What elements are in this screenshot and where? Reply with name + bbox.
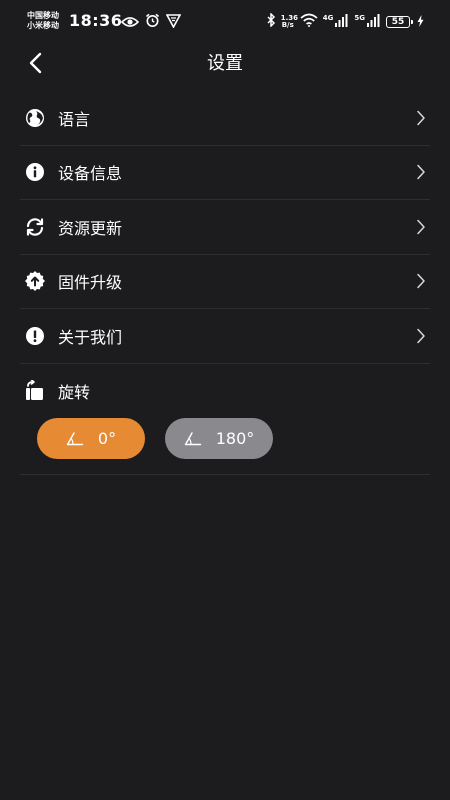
settings-item-about-us[interactable]: 关于我们 [20,309,430,364]
exclamation-icon [24,325,46,347]
settings-item-label: 设备信息 [58,164,123,184]
settings-list: 语言 设备信息 资源更新 固件升级 关于我们 [20,91,430,364]
settings-item-language[interactable]: 语言 [20,91,430,146]
battery-indicator: 55 [386,15,413,28]
eye-icon [120,13,140,32]
bluetooth-icon [266,12,276,31]
signal-2-label: 5G [354,13,365,22]
settings-item-firmware-upgrade[interactable]: 固件升级 [20,255,430,309]
carrier-info: 中国移动 小米移动 [27,11,59,31]
signal-bars-2-icon [367,12,381,31]
chevron-right-icon [414,163,428,181]
rotation-option-180-button[interactable]: 180° [165,418,273,459]
carrier-2: 小米移动 [27,21,59,30]
vpn-shield-icon [165,13,182,32]
rotation-section: 旋转 0° 180° [20,364,430,475]
angle-icon [66,431,84,446]
charging-icon [417,12,424,31]
settings-item-label: 语言 [58,109,91,129]
refresh-icon [24,216,46,238]
info-icon [24,161,46,183]
chevron-right-icon [414,218,428,236]
firmware-upgrade-icon [24,270,46,292]
chevron-right-icon [414,327,428,345]
angle-icon [184,431,202,446]
rotation-header: 旋转 [20,364,430,418]
alarm-icon [145,13,160,32]
status-bar: 中国移动 小米移动 18:36 1.36 B/s 4G 5G 55 [0,0,450,40]
battery-level: 55 [391,16,405,27]
wifi-icon [300,12,318,31]
net-speed: 1.36 B/s [281,14,298,29]
chevron-right-icon [414,272,428,290]
rotation-label: 旋转 [58,383,91,402]
rotation-options: 0° 180° [37,418,273,459]
rotation-option-label: 0° [97,429,117,448]
settings-item-label: 关于我们 [58,327,123,347]
status-left-icons [120,13,182,32]
settings-item-label: 资源更新 [58,218,123,238]
app-header: 设置 [0,40,450,88]
settings-item-label: 固件升级 [58,273,123,293]
signal-1-label: 4G [322,13,334,22]
signal-bars-1-icon [335,12,349,31]
rotation-option-label: 180° [215,429,255,448]
status-right-icons: 1.36 B/s 4G 5G 55 [266,12,424,31]
rotate-icon [24,380,46,402]
carrier-1: 中国移动 [27,11,59,20]
settings-item-resource-update[interactable]: 资源更新 [20,200,430,255]
status-time: 18:36 [69,11,123,30]
globe-icon [24,107,46,129]
net-speed-unit: B/s [281,20,294,29]
settings-item-device-info[interactable]: 设备信息 [20,146,430,200]
page-title: 设置 [207,53,243,74]
chevron-right-icon [414,109,428,127]
rotation-option-0-button[interactable]: 0° [37,418,145,459]
